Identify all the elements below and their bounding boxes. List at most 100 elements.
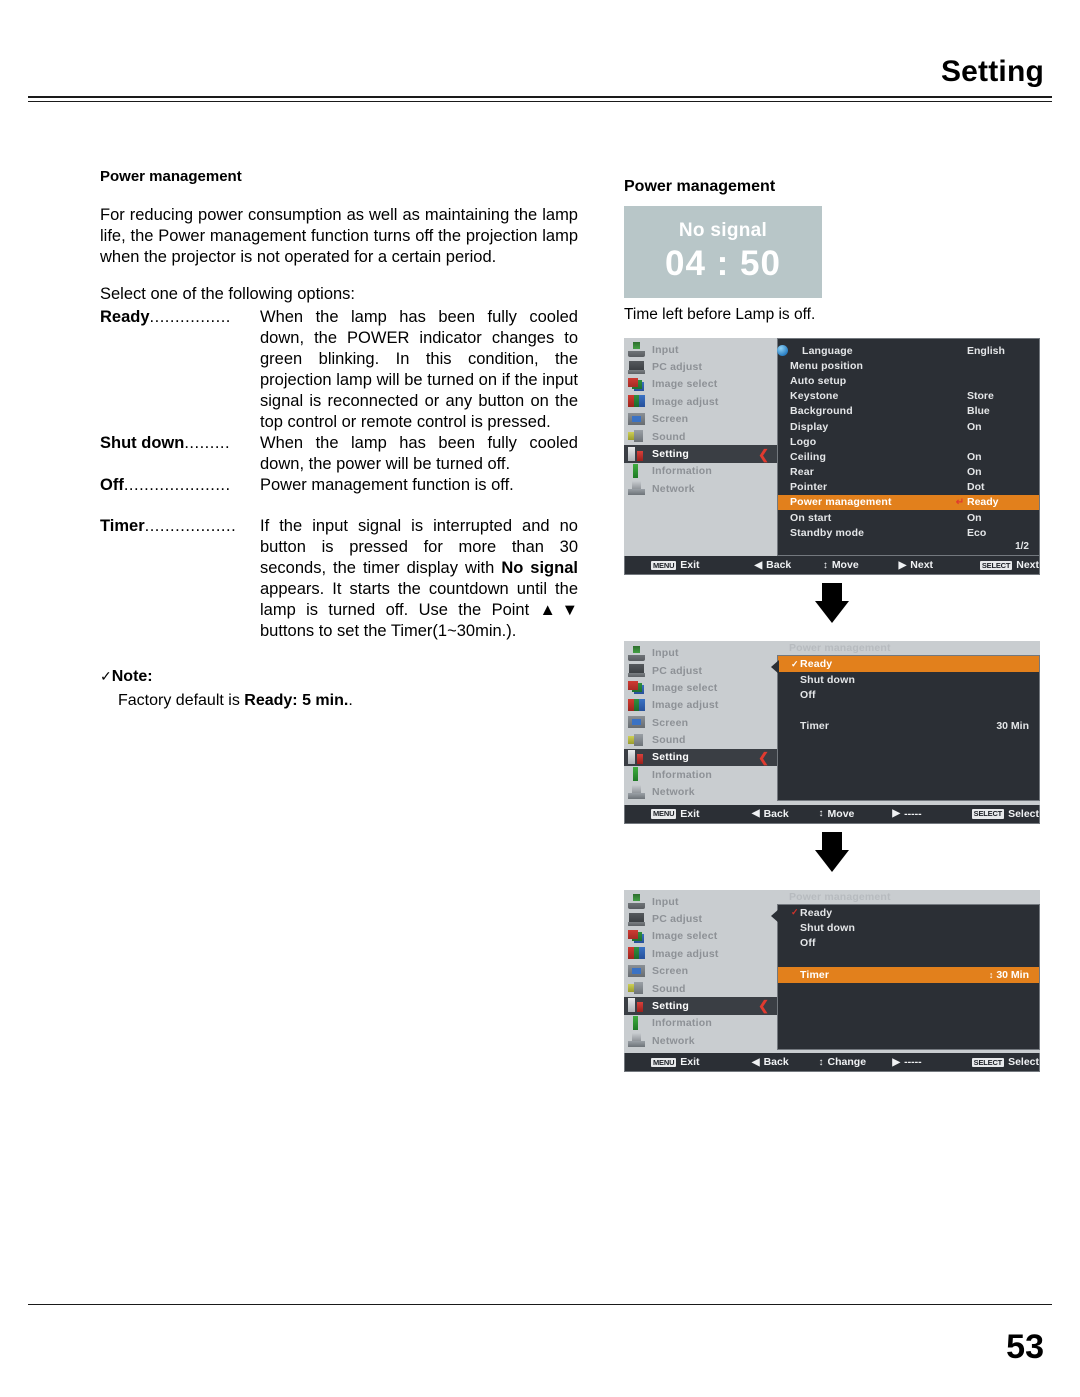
menu-row-label: Language (802, 344, 853, 357)
sidebar-item-setting[interactable]: Setting ❮ (624, 445, 777, 463)
sidebar-item-image-select[interactable]: Image select (624, 376, 777, 393)
sidebar-item-network[interactable]: Network (624, 1032, 777, 1049)
sidebar-item-information[interactable]: Information (624, 463, 777, 480)
sidebar-item-label: Screen (652, 965, 689, 978)
guide-label: Change (827, 1056, 867, 1069)
definition-dots: ..................... (123, 476, 231, 494)
submenu-option-off[interactable]: Off (778, 936, 1039, 951)
guide-back[interactable]: ◀ Back (754, 559, 822, 571)
sidebar-item-information[interactable]: Information (624, 1015, 777, 1032)
sidebar-item-image-select[interactable]: Image select (624, 928, 777, 945)
osd-screenshot-setting-menu: Input PC adjust Image select Image adjus… (624, 338, 1040, 576)
osd-guide-bar: MENU Exit ◀ Back ↕ Change ▶ ----- SELECT Sele… (624, 1053, 1040, 1073)
sidebar-item-label: Network (652, 482, 695, 495)
submenu-option-ready[interactable]: ✓ Ready (778, 656, 1039, 672)
arrow-right-icon: ▶ (892, 1056, 901, 1068)
arrow-left-icon: ◀ (751, 1056, 760, 1068)
sidebar-item-screen[interactable]: Screen (624, 714, 777, 731)
menu-row-on-start[interactable]: On start On (778, 510, 1039, 525)
definition-item: Ready................ When the lamp has … (100, 307, 578, 433)
guide-back[interactable]: ◀ Back (752, 1056, 819, 1068)
sidebar-item-label: Setting (652, 448, 689, 461)
guide-next[interactable]: ▶ Next (899, 559, 980, 571)
guide-select[interactable]: SELECT Next (979, 559, 1039, 571)
guide-label: Select (1008, 1056, 1039, 1069)
menu-row-language[interactable]: Language English (777, 343, 1039, 358)
check-icon: ✓ (791, 658, 799, 669)
menu-row-standby-mode[interactable]: Standby mode Eco (778, 525, 1039, 540)
sidebar-item-sound[interactable]: Sound (624, 980, 777, 997)
submenu-option-shut-down[interactable]: Shut down (778, 920, 1039, 935)
sidebar-item-network[interactable]: Network (624, 784, 777, 801)
menu-row-value: Blue (967, 405, 990, 418)
sidebar-item-screen[interactable]: Screen (624, 411, 777, 428)
sidebar-item-input[interactable]: Input (624, 893, 777, 910)
sidebar-item-input[interactable]: Input (624, 644, 777, 661)
guide-exit[interactable]: MENU Exit (651, 1056, 752, 1068)
image-select-icon (628, 680, 645, 696)
submenu-timer-row[interactable]: Timer ↕ 30 Min (778, 967, 1039, 983)
sidebar-item-setting[interactable]: Setting ❮ (624, 997, 777, 1015)
select-options-line: Select one of the following options: (100, 285, 356, 303)
no-signal-label: No signal (678, 220, 768, 241)
sidebar-item-label: Sound (652, 430, 686, 443)
osd-screenshot-timer-selected: Input PC adjust Image select Image adjus… (624, 889, 1040, 1073)
guide-select[interactable]: SELECT Select (971, 808, 1039, 820)
screen-icon (628, 963, 645, 979)
submenu-option-off[interactable]: Off (778, 687, 1039, 702)
menu-row-auto-setup[interactable]: Auto setup (778, 373, 1039, 388)
osd-sidebar: Input PC adjust Image select Image adjus… (624, 641, 777, 805)
guide-label: Back (766, 559, 792, 572)
guide-exit[interactable]: MENU Exit (651, 559, 754, 571)
submenu-option-ready[interactable]: ✓ Ready (778, 905, 1039, 920)
header-rule-thick (28, 96, 1052, 98)
menu-row-power-management[interactable]: Power management ↵ Ready (778, 494, 1039, 511)
submenu-timer-row[interactable]: Timer 30 Min (778, 719, 1039, 734)
guide-next[interactable]: ▶ ----- (892, 1056, 971, 1068)
network-icon (628, 481, 645, 497)
submenu-option-shut-down[interactable]: Shut down (778, 672, 1039, 687)
menu-row-label: On start (790, 511, 832, 524)
input-icon (628, 894, 645, 910)
arrow-updown-icon: ↕ (822, 559, 828, 571)
guide-select[interactable]: SELECT Select (971, 1056, 1039, 1069)
definition-dots: .................. (144, 517, 237, 535)
sidebar-item-pc-adjust[interactable]: PC adjust (624, 910, 777, 927)
sidebar-item-image-adjust[interactable]: Image adjust (624, 393, 777, 410)
submenu-option-label: Shut down (800, 922, 856, 935)
menu-row-logo[interactable]: Logo (778, 434, 1039, 449)
guide-exit[interactable]: MENU Exit (651, 808, 752, 820)
down-arrow-icon (815, 831, 849, 872)
sidebar-item-sound[interactable]: Sound (624, 428, 777, 445)
sidebar-item-image-select[interactable]: Image select (624, 679, 777, 696)
sidebar-item-image-adjust[interactable]: Image adjust (624, 945, 777, 962)
guide-back[interactable]: ◀ Back (752, 808, 819, 820)
menu-row-menu-position[interactable]: Menu position (778, 358, 1039, 373)
menu-row-label: Ceiling (790, 450, 827, 463)
sidebar-item-setting[interactable]: Setting ❮ (624, 748, 777, 767)
information-icon (628, 767, 645, 783)
sidebar-item-label: Screen (652, 716, 689, 729)
sidebar-item-sound[interactable]: Sound (624, 731, 777, 748)
sidebar-item-image-adjust[interactable]: Image adjust (624, 697, 777, 714)
countdown-timer-value: 04 : 50 (665, 244, 781, 283)
sidebar-item-pc-adjust[interactable]: PC adjust (624, 662, 777, 679)
guide-next[interactable]: ▶ ----- (892, 808, 971, 820)
sidebar-item-input[interactable]: Input (624, 341, 777, 358)
menu-row-rear[interactable]: Rear On (778, 465, 1039, 480)
guide-change[interactable]: ↕ Change (819, 1056, 893, 1068)
menu-row-keystone[interactable]: Keystone Store (778, 389, 1039, 404)
sidebar-item-screen[interactable]: Screen (624, 963, 777, 980)
sidebar-item-network[interactable]: Network (624, 480, 777, 497)
guide-move[interactable]: ↕ Move (819, 808, 893, 820)
guide-label: Exit (680, 1056, 700, 1069)
menu-row-pointer[interactable]: Pointer Dot (778, 480, 1039, 495)
menu-row-value: Eco (967, 526, 987, 539)
sidebar-item-information[interactable]: Information (624, 766, 777, 783)
menu-row-ceiling[interactable]: Ceiling On (778, 449, 1039, 464)
menu-row-background[interactable]: Background Blue (778, 404, 1039, 419)
guide-move[interactable]: ↕ Move (823, 559, 899, 571)
menu-row-display[interactable]: Display On (778, 419, 1039, 434)
input-icon (628, 342, 645, 358)
sidebar-item-pc-adjust[interactable]: PC adjust (624, 358, 777, 375)
